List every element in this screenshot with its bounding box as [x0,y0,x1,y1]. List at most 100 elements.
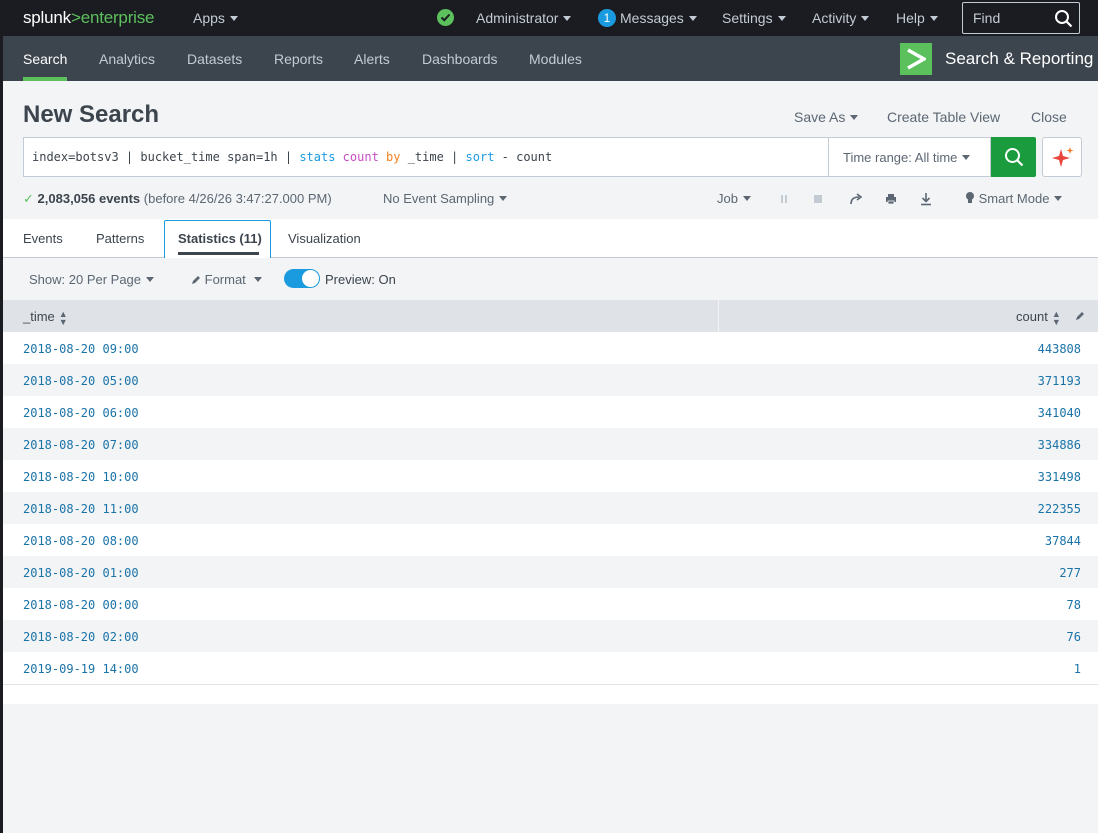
cell-count[interactable]: 1 [1074,662,1081,676]
nav-alerts[interactable]: Alerts [354,51,390,67]
cell-count[interactable]: 371193 [1038,374,1081,388]
format-dropdown[interactable]: Format [191,272,262,287]
cell-time[interactable]: 2018-08-20 00:00 [23,598,139,612]
query-command-stats: stats [299,150,336,164]
splunk-logo[interactable]: splunk>enterprise [23,8,154,28]
column-header-count[interactable]: count ▲ ▼ [1016,309,1061,326]
event-sampling-dropdown[interactable]: No Event Sampling [383,191,508,206]
table-row: 2018-08-20 01:00 277 [3,556,1098,588]
sort-icon: ▲ ▼ [1051,308,1061,327]
time-range-label: Time range: All time [843,150,958,165]
nav-datasets[interactable]: Datasets [187,51,242,67]
messages-count-badge: 1 [598,9,616,27]
tab-visualization[interactable]: Visualization [288,231,361,246]
time-range-picker[interactable]: Time range: All time [828,137,991,177]
nav-analytics[interactable]: Analytics [99,51,155,67]
preview-toggle[interactable] [284,269,320,288]
cell-time[interactable]: 2018-08-20 05:00 [23,374,139,388]
export-icon[interactable] [919,192,933,206]
close-button[interactable]: Close [1031,109,1067,125]
cell-count[interactable]: 78 [1067,598,1081,612]
tab-active-indicator [178,252,259,255]
table-row: 2018-08-20 11:00 222355 [3,492,1098,524]
messages-label: Messages [620,10,684,26]
apps-menu[interactable]: Apps [193,10,238,26]
share-icon[interactable] [849,192,863,206]
query-keyword-by: by [386,150,401,164]
print-icon[interactable] [884,192,898,206]
save-as-button[interactable]: Save As [794,109,859,125]
apps-label: Apps [193,10,225,26]
table-row: 2018-08-20 02:00 76 [3,620,1098,652]
nav-modules[interactable]: Modules [529,51,582,67]
check-icon: ✓ [23,191,34,206]
nav-reports[interactable]: Reports [274,51,323,67]
tab-events[interactable]: Events [23,231,63,246]
cell-time[interactable]: 2018-08-20 01:00 [23,566,139,580]
pencil-icon[interactable] [1075,311,1085,321]
chevron-down-icon [1054,196,1063,202]
query-segment: - count [494,150,553,164]
cell-count[interactable]: 37844 [1045,534,1081,548]
sampling-label: No Event Sampling [383,191,495,206]
cell-count[interactable]: 331498 [1038,470,1081,484]
table-row: 2018-08-20 05:00 371193 [3,364,1098,396]
logo-enterprise-text: enterprise [80,8,155,27]
cell-time[interactable]: 2018-08-20 02:00 [23,630,139,644]
query-segment: _time | [400,150,466,164]
logo-gt-text: > [70,8,81,27]
create-table-view-button[interactable]: Create Table View [887,109,1000,125]
messages-menu[interactable]: 1 Messages [598,9,697,28]
app-name[interactable]: Search & Reporting [945,49,1093,69]
cell-time[interactable]: 2019-09-19 14:00 [23,662,139,676]
cell-time[interactable]: 2018-08-20 09:00 [23,342,139,356]
nav-dashboards[interactable]: Dashboards [422,51,498,67]
column-header-time[interactable]: _time ▲ ▼ [23,309,68,326]
user-menu[interactable]: Administrator [476,10,572,26]
settings-menu[interactable]: Settings [722,10,786,26]
activity-menu[interactable]: Activity [812,10,870,26]
nav-search[interactable]: Search [23,51,67,67]
table-row: 2018-08-20 00:00 78 [3,588,1098,620]
table-footer [3,684,1098,704]
cell-count[interactable]: 277 [1059,566,1081,580]
cell-time[interactable]: 2018-08-20 11:00 [23,502,139,516]
ai-assistant-button[interactable] [1042,137,1082,177]
cell-count[interactable]: 334886 [1038,438,1081,452]
activity-label: Activity [812,10,857,26]
query-function-count: count [342,150,379,164]
cell-time[interactable]: 2018-08-20 10:00 [23,470,139,484]
user-label: Administrator [476,10,559,26]
cell-time[interactable]: 2018-08-20 07:00 [23,438,139,452]
rows-per-page-dropdown[interactable]: Show: 20 Per Page [29,272,155,287]
stop-icon[interactable] [812,192,824,206]
preview-label: Preview: On [325,272,396,287]
search-icon[interactable] [1054,9,1073,28]
find-input[interactable] [963,3,1043,33]
cell-count[interactable]: 222355 [1038,502,1081,516]
lightbulb-icon [966,191,974,203]
cell-count[interactable]: 76 [1067,630,1081,644]
chevron-down-icon [688,15,697,21]
event-count: 2,083,056 events [37,191,141,206]
help-label: Help [896,10,925,26]
pause-icon[interactable] [779,192,789,206]
cell-count[interactable]: 443808 [1038,342,1081,356]
search-mode-dropdown[interactable]: Smart Mode [965,191,1063,207]
cell-count[interactable]: 341040 [1038,406,1081,420]
tab-patterns[interactable]: Patterns [96,231,144,246]
format-label: Format [204,272,246,287]
chevron-down-icon [742,196,751,202]
settings-label: Settings [722,10,773,26]
cell-time[interactable]: 2018-08-20 06:00 [23,406,139,420]
job-menu[interactable]: Job [717,191,751,206]
app-logo-icon[interactable] [900,43,932,75]
chevron-down-icon [253,277,262,283]
help-menu[interactable]: Help [896,10,938,26]
smart-mode-label: Smart Mode [978,191,1050,206]
health-status-icon[interactable] [437,9,454,26]
job-label: Job [717,191,738,206]
cell-time[interactable]: 2018-08-20 08:00 [23,534,139,548]
search-button[interactable] [991,137,1036,177]
search-query-input[interactable]: index=botsv3 | bucket_time span=1h | sta… [23,137,829,177]
